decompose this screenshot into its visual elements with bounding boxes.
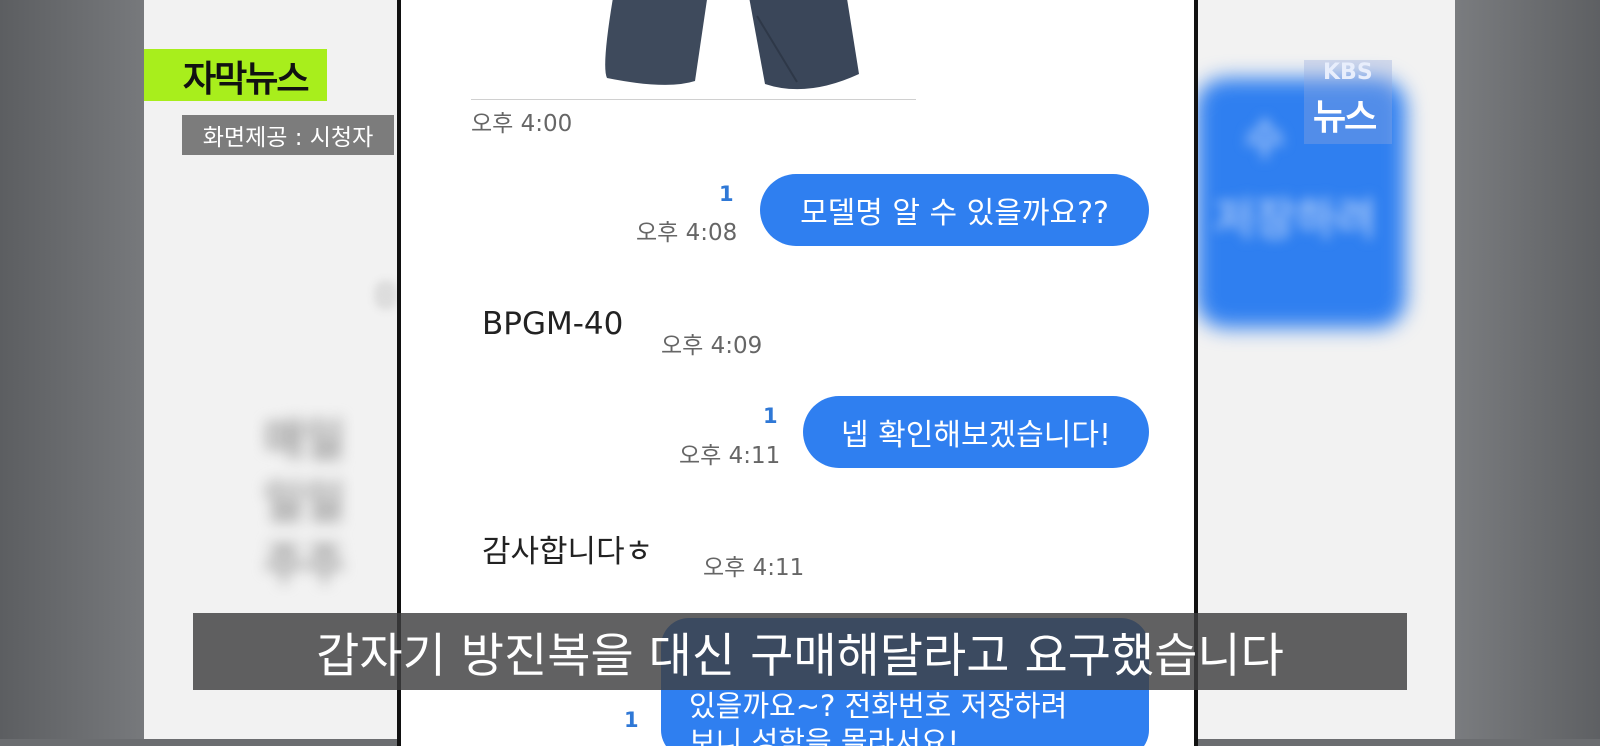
unread-count: 1 xyxy=(763,404,778,428)
received-message[interactable]: BPGM-40 xyxy=(482,306,623,342)
broadcaster-logo-bottom: 뉴스 xyxy=(1313,97,1377,138)
message-time: 오후 4:00 xyxy=(471,111,573,137)
message-time: 오후 4:11 xyxy=(679,443,781,469)
blurred-text-left: 매일 일일 주주 xyxy=(264,415,345,590)
program-badge-label: 자막뉴스 xyxy=(183,59,309,100)
received-message[interactable]: 감사합니다ㅎ xyxy=(482,526,653,571)
right-side-panel xyxy=(1455,0,1600,739)
image-separator xyxy=(471,99,916,100)
left-side-panel xyxy=(0,0,144,739)
sent-message-bubble[interactable]: 넵 확인해보겠습니다! xyxy=(803,396,1149,468)
broadcaster-logo-top: KBS xyxy=(1323,60,1373,85)
screen-credit: 화면제공 : 시청자 xyxy=(182,115,394,155)
message-line: 보니 성함을 몰라서요! xyxy=(689,725,960,746)
pants-photo xyxy=(605,0,859,90)
subtitle-caption: 갑자기 방진복을 대신 구매해달라고 요구했습니다 xyxy=(193,613,1407,690)
unread-count: 1 xyxy=(719,182,734,206)
message-time: 오후 4:08 xyxy=(636,220,738,246)
sent-message-bubble[interactable]: 모델명 알 수 있을까요?? xyxy=(760,174,1149,246)
unread-count: 1 xyxy=(624,708,639,732)
message-time: 오후 4:09 xyxy=(661,333,763,359)
message-time: 오후 4:11 xyxy=(703,555,805,581)
message-line: 있을까요~? 전화번호 저장하려 xyxy=(689,689,1068,723)
blurred-mark xyxy=(374,280,398,310)
